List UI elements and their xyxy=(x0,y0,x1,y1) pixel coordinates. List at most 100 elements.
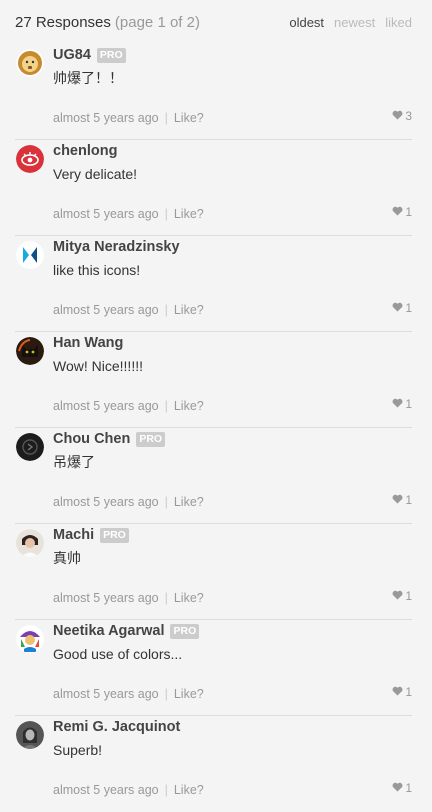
bowtie-logo-avatar[interactable] xyxy=(16,241,44,269)
like-count[interactable]: 1 xyxy=(392,493,412,507)
like-count[interactable]: 1 xyxy=(392,589,412,603)
comment-text: Superb! xyxy=(53,742,103,758)
comment-meta: almost 5 years ago | Like? xyxy=(53,399,204,413)
heart-icon xyxy=(392,685,403,699)
comment-text: Good use of colors... xyxy=(53,646,183,662)
like-count[interactable]: 3 xyxy=(392,109,412,123)
like-link[interactable]: Like? xyxy=(174,687,204,701)
meta-separator: | xyxy=(164,207,168,221)
heart-icon xyxy=(392,397,403,411)
like-count[interactable]: 1 xyxy=(392,301,412,315)
comment-time: almost 5 years ago xyxy=(53,207,159,221)
like-link[interactable]: Like? xyxy=(174,399,204,413)
sort-options: oldest newest liked xyxy=(289,15,412,30)
like-count-value: 1 xyxy=(405,493,412,507)
meta-separator: | xyxy=(164,303,168,317)
comment-meta: almost 5 years ago | Like? xyxy=(53,111,204,125)
comment-item: UG84 PRO 帅爆了！！ almost 5 years ago | Like? 3 xyxy=(15,44,412,140)
comment-text: 真帅 xyxy=(53,550,81,566)
comment-item: Machi PRO 真帅 almost 5 years ago | Like? 1 xyxy=(15,524,412,620)
comment-item: Han Wang Wow! Nice!!!!!! almost 5 years ag… xyxy=(15,332,412,428)
commenter-name[interactable]: UG84 xyxy=(53,47,91,63)
heart-icon xyxy=(392,301,403,315)
commenter-name[interactable]: Han Wang xyxy=(53,335,123,351)
comment-meta: almost 5 years ago | Like? xyxy=(53,783,204,797)
comment-time: almost 5 years ago xyxy=(53,111,159,125)
like-count-value: 1 xyxy=(405,589,412,603)
like-link[interactable]: Like? xyxy=(174,783,204,797)
comment-time: almost 5 years ago xyxy=(53,399,159,413)
responses-title: 27 Responses (page 1 of 2) xyxy=(15,14,200,31)
responses-count: 27 Responses xyxy=(15,13,111,31)
pro-badge: PRO xyxy=(170,623,200,639)
comment-time: almost 5 years ago xyxy=(53,591,159,605)
commenter-name[interactable]: chenlong xyxy=(53,143,117,159)
comment-time: almost 5 years ago xyxy=(53,687,159,701)
commenter-name[interactable]: Remi G. Jacquinot xyxy=(53,719,180,735)
dark-logo-avatar[interactable] xyxy=(16,433,44,461)
comment-item: chenlong Very delicate! almost 5 years ago… xyxy=(15,140,412,236)
meta-separator: | xyxy=(164,399,168,413)
like-link[interactable]: Like? xyxy=(174,303,204,317)
sort-oldest[interactable]: oldest xyxy=(289,15,324,30)
cat-avatar[interactable] xyxy=(16,337,44,365)
responses-header: 27 Responses (page 1 of 2) oldest newest … xyxy=(0,0,432,44)
meta-separator: | xyxy=(164,687,168,701)
portrait-avatar[interactable] xyxy=(16,721,44,749)
like-count[interactable]: 1 xyxy=(392,397,412,411)
comment-item: Chou Chen PRO 吊爆了 almost 5 years ago | Like? 1 xyxy=(15,428,412,524)
comment-item: Neetika Agarwal PRO Good use of colors... a… xyxy=(15,620,412,716)
comment-time: almost 5 years ago xyxy=(53,303,159,317)
heart-icon xyxy=(392,781,403,795)
lion-avatar[interactable] xyxy=(16,49,44,77)
comment-text: Very delicate! xyxy=(53,166,138,182)
heart-icon xyxy=(392,589,403,603)
like-count-value: 1 xyxy=(405,685,412,699)
comment-meta: almost 5 years ago | Like? xyxy=(53,303,204,317)
like-link[interactable]: Like? xyxy=(174,591,204,605)
like-link[interactable]: Like? xyxy=(174,207,204,221)
heart-icon xyxy=(392,205,403,219)
comment-meta: almost 5 years ago | Like? xyxy=(53,687,204,701)
comment-item: Mitya Neradzinsky like this icons! almost … xyxy=(15,236,412,332)
like-count-value: 1 xyxy=(405,781,412,795)
commenter-name[interactable]: Machi xyxy=(53,527,94,543)
sort-liked[interactable]: liked xyxy=(385,15,412,30)
meta-separator: | xyxy=(164,783,168,797)
eye-avatar[interactable] xyxy=(16,145,44,173)
like-count[interactable]: 1 xyxy=(392,685,412,699)
like-count-value: 3 xyxy=(405,109,412,123)
comment-meta: almost 5 years ago | Like? xyxy=(53,495,204,509)
comment-text: 帅爆了！！ xyxy=(53,70,123,86)
commenter-name[interactable]: Neetika Agarwal xyxy=(53,623,164,639)
commenter-name[interactable]: Chou Chen xyxy=(53,431,130,447)
comment-text: like this icons! xyxy=(53,262,141,278)
comment-item: Remi G. Jacquinot Superb! almost 5 years a… xyxy=(15,716,412,812)
comment-meta: almost 5 years ago | Like? xyxy=(53,207,204,221)
comment-list: UG84 PRO 帅爆了！！ almost 5 years ago | Like? 3 che… xyxy=(0,44,432,812)
comment-text: Wow! Nice!!!!!! xyxy=(53,358,143,374)
pro-badge: PRO xyxy=(136,431,166,447)
like-count-value: 1 xyxy=(405,205,412,219)
like-link[interactable]: Like? xyxy=(174,111,204,125)
photo-avatar[interactable] xyxy=(16,529,44,557)
pro-badge: PRO xyxy=(100,527,129,543)
like-count-value: 1 xyxy=(405,397,412,411)
commenter-name[interactable]: Mitya Neradzinsky xyxy=(53,239,180,255)
like-link[interactable]: Like? xyxy=(174,495,204,509)
comment-time: almost 5 years ago xyxy=(53,495,159,509)
comment-meta: almost 5 years ago | Like? xyxy=(53,591,204,605)
like-count[interactable]: 1 xyxy=(392,205,412,219)
page-indicator: (page 1 of 2) xyxy=(114,13,200,31)
comment-text: 吊爆了 xyxy=(53,454,95,470)
sort-newest[interactable]: newest xyxy=(334,15,375,30)
like-count-value: 1 xyxy=(405,301,412,315)
meta-separator: | xyxy=(164,591,168,605)
pro-badge: PRO xyxy=(96,47,126,63)
like-count[interactable]: 1 xyxy=(392,781,412,795)
meta-separator: | xyxy=(164,495,168,509)
colorful-avatar[interactable] xyxy=(16,625,44,653)
comment-time: almost 5 years ago xyxy=(53,783,159,797)
heart-icon xyxy=(392,109,403,123)
meta-separator: | xyxy=(164,111,168,125)
